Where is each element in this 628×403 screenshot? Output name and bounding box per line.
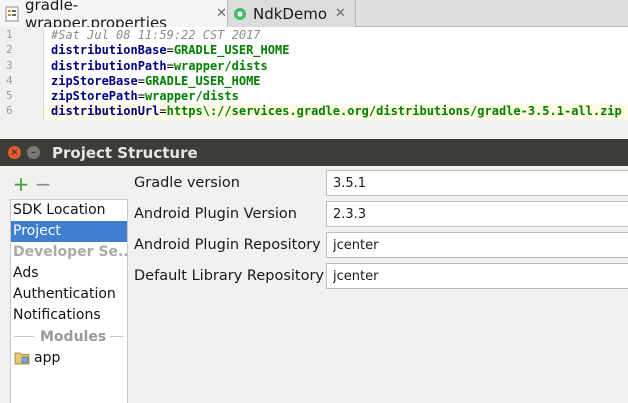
code-lines: #Sat Jul 08 11:59:22 CST 2017 distributi… <box>44 28 628 120</box>
close-icon[interactable]: ✕ <box>216 6 227 21</box>
default-library-repository-label: Default Library Repository <box>134 268 325 284</box>
sidebar-section-modules: Modules <box>11 326 127 347</box>
tab-gradle-wrapper-properties[interactable]: gradle-wrapper.properties ✕ <box>0 0 228 32</box>
sidebar-item-project[interactable]: Project <box>11 221 127 242</box>
line-number: 5 <box>6 89 13 103</box>
module-label: app <box>34 349 61 366</box>
property-key: zipStoreBase <box>51 73 138 88</box>
comment-text: #Sat Jul 08 11:59:22 CST 2017 <box>51 28 261 42</box>
code-line: #Sat Jul 08 11:59:22 CST 2017 <box>51 28 628 43</box>
equals-sign: = <box>137 89 145 104</box>
line-number: 3 <box>6 58 13 72</box>
line-number: 1 <box>6 28 13 41</box>
android-plugin-repository-row: Android Plugin Repository <box>134 232 628 258</box>
android-module-icon <box>234 7 246 20</box>
section-label: Modules <box>40 328 107 345</box>
dialog-title: Project Structure <box>52 143 198 162</box>
property-value: GRADLE_USER_HOME <box>144 73 261 88</box>
sidebar-item-notifications[interactable]: Notifications <box>11 305 127 326</box>
equals-sign: = <box>166 43 174 58</box>
gradle-version-row: Gradle version <box>134 170 628 196</box>
sidebar-item-app[interactable]: app <box>11 347 127 368</box>
line-number-gutter: 1 2 3 4 5 6 <box>0 27 44 120</box>
property-value: GRADLE_USER_HOME <box>173 43 290 58</box>
add-icon[interactable]: + <box>10 172 32 196</box>
line-number: 6 <box>6 104 13 118</box>
property-key: distributionBase <box>51 43 167 58</box>
close-icon[interactable]: ✕ <box>335 6 346 21</box>
line-number: 2 <box>6 43 13 57</box>
tab-label: NdkDemo <box>253 4 327 23</box>
property-key: distributionUrl <box>51 104 160 119</box>
window-close-button[interactable]: × <box>8 146 21 159</box>
code-editor[interactable]: 1 2 3 4 5 6 #Sat Jul 08 11:59:22 CST 201… <box>0 27 628 120</box>
project-structure-sidebar: SDK Location Project Developer Se... Ads… <box>10 199 128 403</box>
sidebar-item-ads[interactable]: Ads <box>11 263 127 284</box>
divider <box>110 336 123 337</box>
default-library-repository-row: Default Library Repository <box>134 263 628 289</box>
code-line: zipStoreBase=GRADLE_USER_HOME <box>51 74 628 89</box>
window-minimize-button[interactable]: – <box>27 146 40 159</box>
equals-sign: = <box>166 58 174 73</box>
code-line: distributionPath=wrapper/dists <box>51 59 628 74</box>
default-library-repository-field[interactable] <box>326 263 628 289</box>
code-line: zipStorePath=wrapper/dists <box>51 89 628 104</box>
properties-file-icon <box>5 6 19 21</box>
sidebar-group-developer-services: Developer Se... <box>13 244 127 260</box>
property-key: zipStorePath <box>51 89 138 104</box>
android-plugin-version-row: Android Plugin Version <box>134 201 628 227</box>
sidebar-item-sdk-location[interactable]: SDK Location <box>11 200 127 221</box>
tab-ndkdemo[interactable]: NdkDemo ✕ <box>228 0 356 27</box>
equals-sign: = <box>159 104 167 119</box>
equals-sign: = <box>137 73 145 88</box>
editor-tab-bar: gradle-wrapper.properties ✕ NdkDemo ✕ <box>0 0 628 32</box>
android-plugin-repository-label: Android Plugin Repository <box>134 237 321 253</box>
divider <box>14 336 34 337</box>
property-value: wrapper/dists <box>173 58 268 73</box>
android-plugin-repository-field[interactable] <box>326 232 628 258</box>
dialog-titlebar[interactable]: × – Project Structure <box>0 139 628 166</box>
line-number: 4 <box>6 73 13 87</box>
sidebar-toolbar: + − <box>10 172 128 196</box>
gradle-version-label: Gradle version <box>134 175 240 191</box>
property-key: distributionPath <box>51 58 167 73</box>
module-folder-icon <box>14 352 30 364</box>
property-value: wrapper/dists <box>144 89 239 104</box>
sidebar-item-authentication[interactable]: Authentication <box>11 284 127 305</box>
code-line: distributionBase=GRADLE_USER_HOME <box>51 43 628 58</box>
android-plugin-version-label: Android Plugin Version <box>134 206 297 222</box>
android-plugin-version-field[interactable] <box>326 201 628 227</box>
code-line-current: distributionUrl=https\://services.gradle… <box>44 104 628 120</box>
remove-icon[interactable]: − <box>32 172 54 196</box>
gradle-version-field[interactable] <box>326 170 628 196</box>
property-value: https\://services.gradle.org/distributio… <box>166 104 622 119</box>
